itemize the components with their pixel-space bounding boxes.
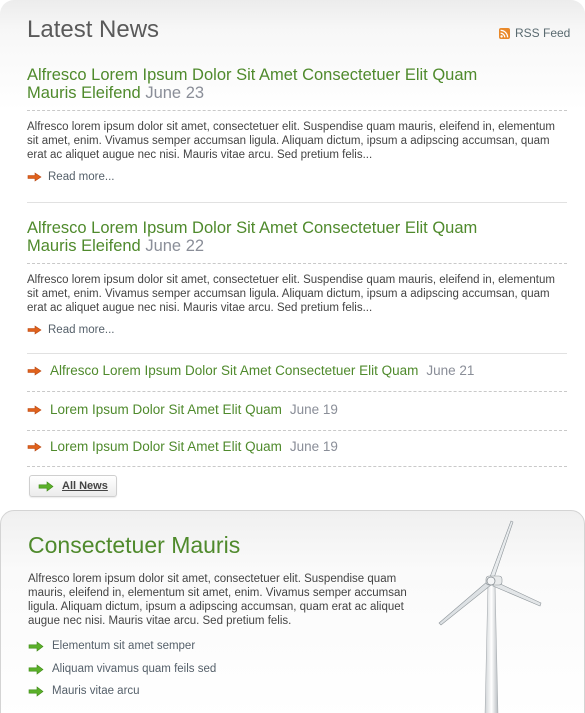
feature-link[interactable]: Aliquam vivamus quam feils sed: [28, 663, 216, 675]
headline-title: Lorem Ipsum Dolor Sit Amet Elit Quam: [50, 439, 282, 454]
featured-article: Alfresco Lorem Ipsum Dolor Sit Amet Cons…: [27, 66, 567, 183]
rss-feed-label: RSS Feed: [515, 26, 571, 40]
feature-panel: Consectetuer Mauris Alfresco lorem ipsum…: [0, 510, 585, 713]
page: Latest News RSS Feed Alfresco Lorem Ipsu…: [0, 0, 585, 713]
read-more-label: Read more...: [48, 171, 115, 183]
article-date: June 23: [145, 84, 205, 102]
green-arrow-icon: [28, 685, 44, 697]
feature-link[interactable]: Mauris vitae arcu: [28, 685, 140, 697]
divider: [27, 110, 567, 111]
feature-link[interactable]: Elementum sit amet semper: [28, 640, 195, 652]
rss-icon: [499, 27, 510, 39]
read-more-link[interactable]: Read more...: [27, 324, 567, 336]
headline-item[interactable]: Alfresco Lorem Ipsum Dolor Sit Amet Cons…: [27, 363, 474, 378]
orange-arrow-icon: [27, 365, 42, 376]
article-excerpt: Alfresco lorem ipsum dolor sit amet, con…: [27, 121, 555, 161]
feature-body: Alfresco lorem ipsum dolor sit amet, con…: [28, 573, 407, 627]
article-excerpt: Alfresco lorem ipsum dolor sit amet, con…: [27, 274, 555, 314]
headline-date: June 21: [426, 363, 475, 378]
read-more-link[interactable]: Read more...: [27, 171, 567, 183]
feature-link-label: Mauris vitae arcu: [52, 685, 140, 697]
all-news-label: All News: [62, 480, 108, 492]
featured-article: Alfresco Lorem Ipsum Dolor Sit Amet Cons…: [27, 219, 567, 336]
headline-date: June 19: [289, 439, 338, 454]
headline-item[interactable]: Lorem Ipsum Dolor Sit Amet Elit Quam Jun…: [27, 439, 338, 454]
article-title[interactable]: Alfresco Lorem Ipsum Dolor Sit Amet Cons…: [27, 66, 487, 102]
wind-turbine-image: [438, 520, 542, 713]
orange-arrow-icon: [27, 441, 42, 452]
green-arrow-icon: [38, 480, 54, 492]
feature-link-label: Elementum sit amet semper: [52, 640, 196, 652]
latest-news-panel: Latest News RSS Feed Alfresco Lorem Ipsu…: [0, 0, 585, 512]
headline-title: Lorem Ipsum Dolor Sit Amet Elit Quam: [50, 402, 282, 417]
orange-arrow-icon: [27, 404, 42, 415]
article-date: June 22: [145, 237, 205, 255]
headline-item[interactable]: Lorem Ipsum Dolor Sit Amet Elit Quam Jun…: [27, 402, 338, 417]
feature-title: Consectetuer Mauris: [28, 532, 241, 558]
read-more-label: Read more...: [48, 324, 115, 336]
rss-feed-link[interactable]: RSS Feed: [499, 26, 570, 40]
all-news-button[interactable]: All News: [29, 475, 117, 497]
divider: [27, 353, 567, 354]
panel-title: Latest News: [27, 16, 160, 43]
divider: [27, 263, 567, 264]
orange-arrow-icon: [27, 325, 42, 335]
feature-link-label: Aliquam vivamus quam feils sed: [52, 663, 217, 675]
divider: [27, 430, 567, 431]
headline-date: June 19: [289, 402, 338, 417]
article-title[interactable]: Alfresco Lorem Ipsum Dolor Sit Amet Cons…: [27, 219, 487, 255]
article-title-text[interactable]: Alfresco Lorem Ipsum Dolor Sit Amet Cons…: [27, 66, 477, 102]
green-arrow-icon: [28, 663, 44, 675]
divider: [27, 202, 567, 203]
article-title-text[interactable]: Alfresco Lorem Ipsum Dolor Sit Amet Cons…: [27, 219, 477, 255]
divider: [27, 391, 567, 392]
divider: [27, 466, 567, 467]
orange-arrow-icon: [27, 172, 42, 182]
green-arrow-icon: [28, 640, 44, 652]
headline-title: Alfresco Lorem Ipsum Dolor Sit Amet Cons…: [50, 363, 419, 378]
